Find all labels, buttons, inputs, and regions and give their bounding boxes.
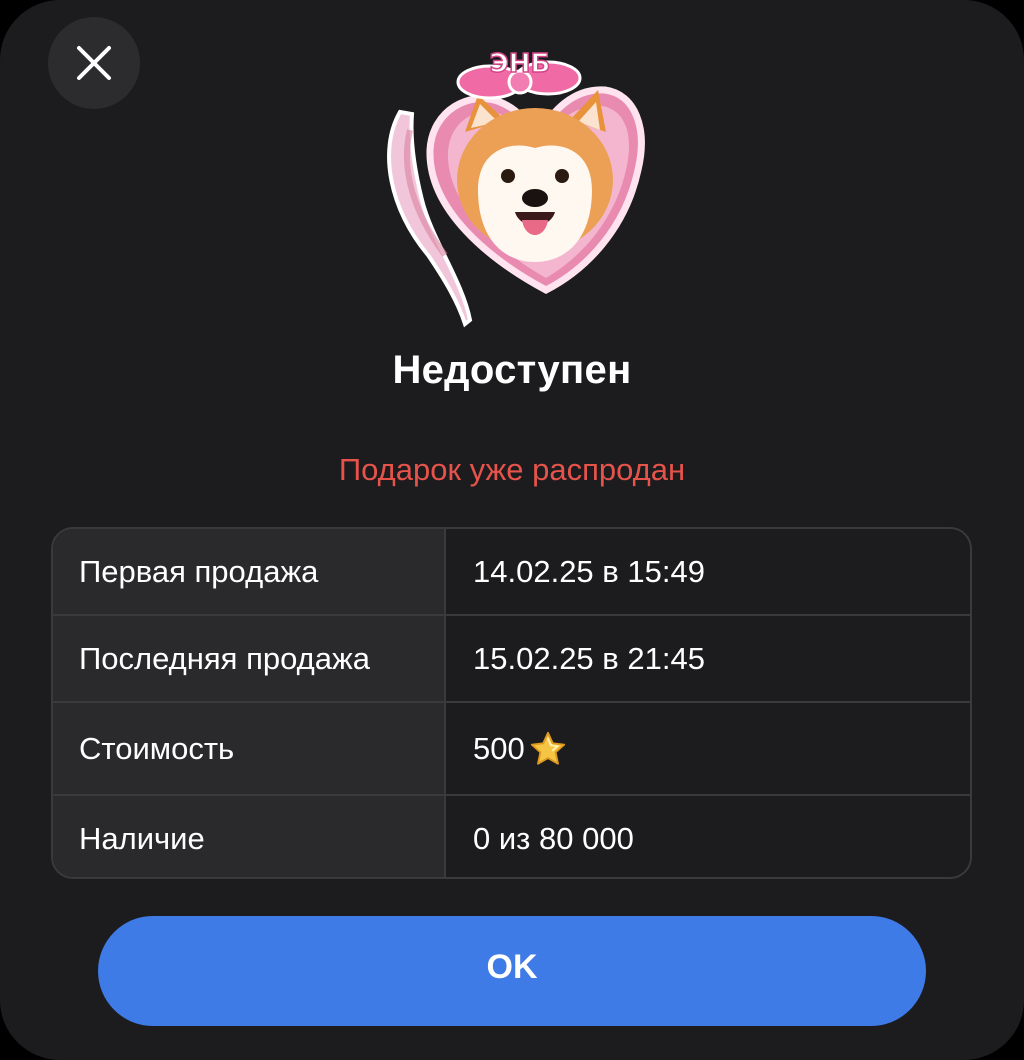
first-sale-value: 14.02.25 в 15:49 [446,529,970,614]
sold-out-status: Подарок уже распродан [338,452,686,487]
table-row: Стоимость 500 [53,703,970,796]
bow-lettering: ЭНБ [456,48,582,100]
last-sale-value: 15.02.25 в 21:45 [446,616,970,701]
availability-value: 0 из 80 000 [446,796,970,877]
close-icon [77,46,111,80]
svg-text:ЭНБ: ЭНБ [490,49,551,79]
first-sale-label: Первая продажа [53,529,446,614]
price-label: Стоимость [53,703,446,794]
table-row: Последняя продажа 15.02.25 в 21:45 [53,616,970,703]
last-sale-label: Последняя продажа [53,616,446,701]
gift-details-table: Первая продажа 14.02.25 в 15:49 Последня… [51,527,972,879]
gift-title: Недоступен [392,348,632,392]
price-value: 500 [473,730,525,766]
ok-button[interactable]: OK [98,916,926,1026]
gift-sheet: ЭНБ Недоступен Подарок уже распродан Пер… [0,0,1024,1060]
table-row: Наличие 0 из 80 000 [53,796,970,877]
close-button[interactable] [48,17,140,109]
star-icon [530,731,565,765]
table-row: Первая продажа 14.02.25 в 15:49 [53,529,970,616]
price-value-cell: 500 [446,703,970,794]
gift-sticker-image: ЭНБ [387,48,645,328]
availability-label: Наличие [53,796,446,877]
